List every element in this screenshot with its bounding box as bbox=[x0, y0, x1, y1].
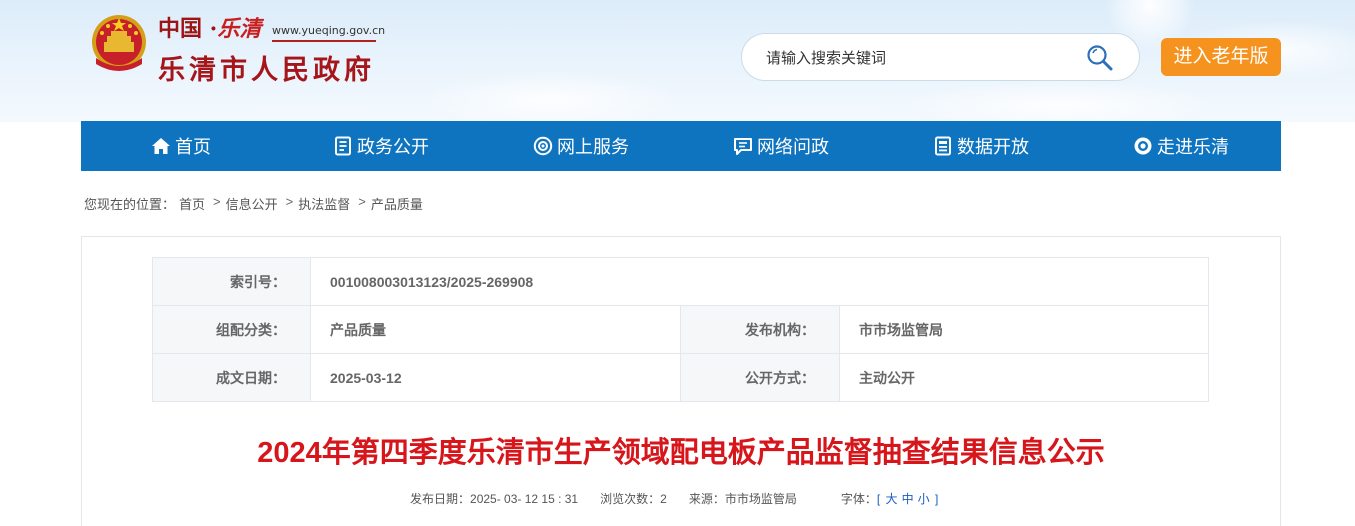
article-meta-table: 索引号： 001008003013123/2025-269908 组配分类： 产… bbox=[152, 257, 1209, 402]
breadcrumb-product-quality[interactable]: 产品质量 bbox=[371, 194, 423, 213]
date-label: 成文日期： bbox=[152, 353, 311, 402]
nav-item-online-service[interactable]: 网上服务 bbox=[481, 121, 681, 171]
nav-item-about-yueqing[interactable]: 走进乐清 bbox=[1081, 121, 1281, 171]
publisher-value: 市市场监管局 bbox=[839, 305, 1209, 354]
service-icon bbox=[533, 136, 553, 156]
publish-date: 发布日期：2025- 03- 12 15 : 31 bbox=[410, 490, 578, 507]
view-count-label: 浏览次数： bbox=[600, 492, 661, 506]
table-row: 组配分类： 产品质量 发布机构： 市市场监管局 bbox=[152, 305, 1209, 354]
breadcrumb: 您现在的位置： 首页 > 信息公开 > 执法监督 > 产品质量 bbox=[84, 194, 423, 213]
nav-label: 首页 bbox=[175, 137, 211, 157]
nav-label: 政务公开 bbox=[357, 137, 429, 157]
font-size-control: 字体：[ 大中小 ] bbox=[841, 490, 938, 507]
table-row: 成文日期： 2025-03-12 公开方式： 主动公开 bbox=[152, 353, 1209, 402]
nav-label: 走进乐清 bbox=[1157, 137, 1229, 157]
breadcrumb-info-public[interactable]: 信息公开 bbox=[226, 194, 278, 213]
table-row: 索引号： 001008003013123/2025-269908 bbox=[152, 257, 1209, 306]
font-size-label: 字体： bbox=[840, 492, 877, 506]
chat-icon bbox=[734, 138, 752, 155]
nav-item-open-data[interactable]: 数据开放 bbox=[881, 121, 1081, 171]
nav-item-online-inquiry[interactable]: 网络问政 bbox=[681, 121, 881, 171]
nav-label: 网络问政 bbox=[757, 137, 829, 157]
national-emblem-icon bbox=[92, 15, 146, 71]
publish-date-label: 发布日期： bbox=[410, 492, 471, 506]
source-value: 市市场监管局 bbox=[724, 492, 797, 506]
date-value: 2025-03-12 bbox=[310, 353, 681, 402]
publish-date-value: 2025- 03- 12 15 : 31 bbox=[470, 492, 579, 506]
document-icon bbox=[335, 136, 351, 156]
font-bracket-close: ] bbox=[934, 492, 939, 506]
font-small-button[interactable]: 小 bbox=[918, 492, 930, 506]
index-label: 索引号： bbox=[152, 257, 311, 306]
breadcrumb-enforcement[interactable]: 执法监督 bbox=[298, 194, 350, 213]
font-medium-button[interactable]: 中 bbox=[902, 492, 914, 506]
home-icon bbox=[152, 138, 170, 154]
logo-top-text: 中国 · 乐清 bbox=[158, 14, 262, 42]
breadcrumb-separator: > bbox=[358, 194, 366, 209]
category-value: 产品质量 bbox=[310, 305, 681, 354]
nav-label: 数据开放 bbox=[957, 137, 1029, 157]
search-input[interactable] bbox=[766, 46, 1066, 70]
font-bracket-open: [ bbox=[876, 492, 881, 506]
breadcrumb-separator: > bbox=[213, 194, 221, 209]
logo-city-calligraphy: 乐清 bbox=[217, 16, 262, 42]
index-value: 001008003013123/2025-269908 bbox=[310, 257, 1209, 306]
nav-label: 网上服务 bbox=[557, 137, 629, 157]
logo-url: www.yueqing.gov.cn bbox=[272, 24, 386, 37]
eye-icon bbox=[1134, 137, 1152, 155]
data-icon bbox=[935, 136, 951, 156]
breadcrumb-separator: > bbox=[285, 194, 294, 209]
elder-mode-button[interactable]: 进入老年版 bbox=[1161, 38, 1281, 76]
breadcrumb-home[interactable]: 首页 bbox=[179, 194, 205, 213]
logo-divider bbox=[272, 40, 376, 42]
breadcrumb-prefix: 您现在的位置： bbox=[84, 197, 176, 212]
article-title: 2024年第四季度乐清市生产领域配电板产品监督抽查结果信息公示 bbox=[257, 437, 1105, 469]
logo-prefix: 中国 · bbox=[158, 16, 218, 42]
mode-label: 公开方式： bbox=[680, 353, 840, 402]
main-nav: 首页 政务公开 网上服务 网络问政 数据开放 走进乐清 bbox=[81, 121, 1281, 171]
source: 来源：市市场监管局 bbox=[689, 490, 797, 507]
source-label: 来源： bbox=[688, 492, 725, 506]
cloud-decoration bbox=[900, 80, 1220, 122]
search-box bbox=[741, 33, 1140, 81]
site-title[interactable]: 乐清市人民政府 bbox=[158, 48, 375, 87]
article-info-bar: 发布日期：2025- 03- 12 15 : 31 浏览次数：2 来源：市市场监… bbox=[410, 490, 938, 507]
category-label: 组配分类： bbox=[152, 305, 311, 354]
font-large-button[interactable]: 大 bbox=[886, 492, 898, 506]
search-icon[interactable] bbox=[1086, 44, 1114, 72]
nav-item-home[interactable]: 首页 bbox=[81, 121, 281, 171]
publisher-label: 发布机构： bbox=[680, 305, 840, 354]
view-count-value: 2 bbox=[660, 492, 667, 506]
nav-item-gov-affairs[interactable]: 政务公开 bbox=[281, 121, 481, 171]
view-count: 浏览次数：2 bbox=[600, 490, 667, 507]
cloud-decoration bbox=[420, 70, 680, 122]
mode-value: 主动公开 bbox=[839, 353, 1209, 402]
